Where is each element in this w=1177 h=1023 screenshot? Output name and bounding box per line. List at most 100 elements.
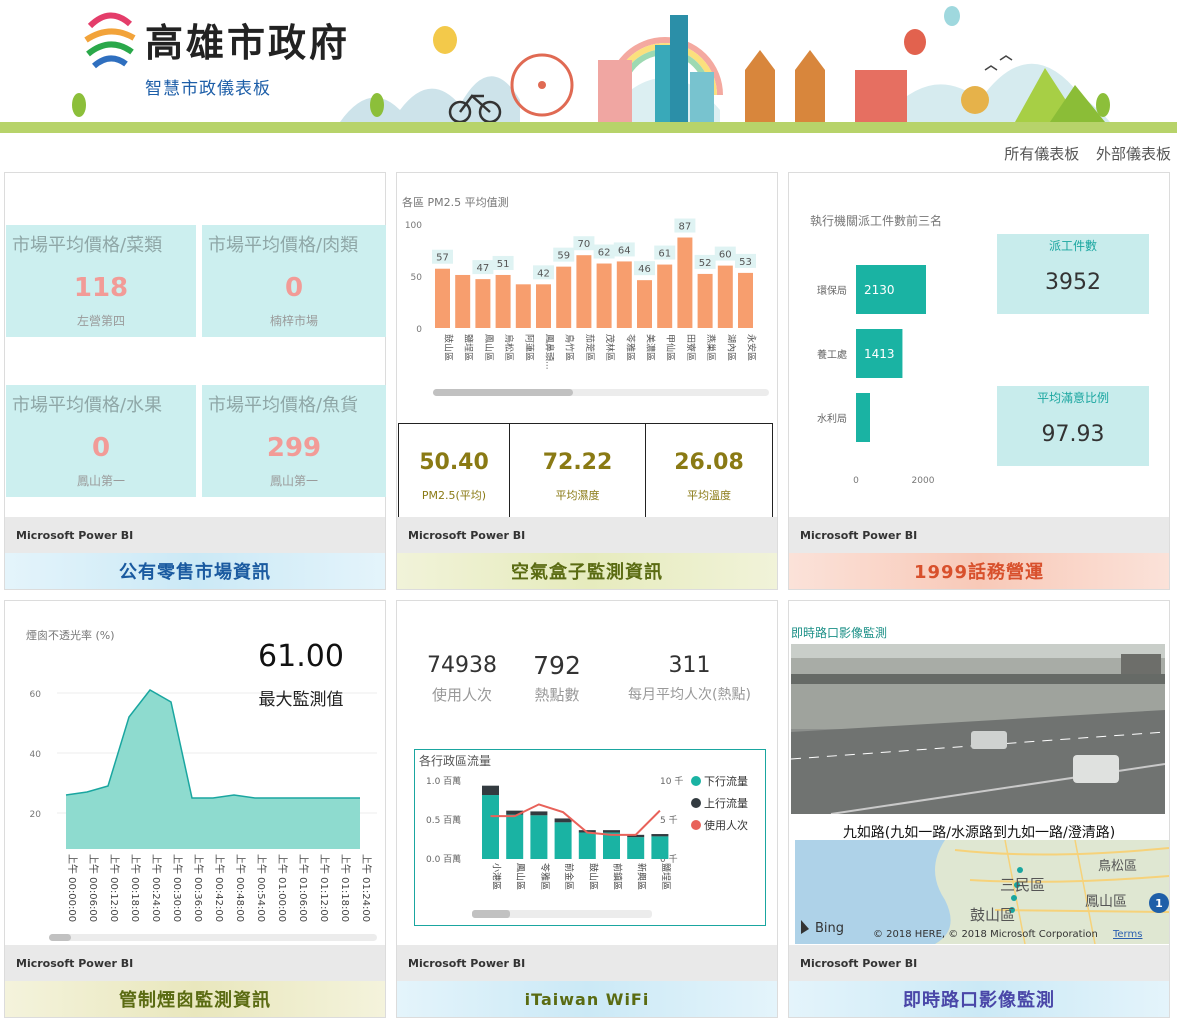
tile-footer: Microsoft Power BI 即時路口影像監測 [789,945,1169,1017]
pm25-data-label: 59 [557,251,570,262]
location-map[interactable]: 1 鳥松區 三民區 鳳山區 鼓山區 Bing © 2018 HERE, © 20… [795,840,1169,944]
wifi-bar-down[interactable] [627,837,645,859]
map-label-sanmin: 三民區 [1000,876,1045,894]
market-card-value: 0 [284,273,304,303]
header-banner: 高雄市政府 智慧市政儀表板 [0,0,1177,135]
wifi-bar-up[interactable] [482,785,499,796]
tile-footer: Microsoft Power BI 公有零售市場資訊 [5,517,385,589]
pm25-bar[interactable] [515,284,531,328]
smoke-x-tick: 上午 01:24:00 [360,854,373,922]
wifi-bar-down[interactable] [482,795,499,859]
pm25-y-tick: 50 [411,273,423,283]
wifi-bar-up[interactable] [530,811,548,816]
hotline-bar[interactable] [856,393,870,442]
pm25-bar[interactable] [435,268,450,328]
smoke-y-tick: 60 [30,690,42,700]
smoke-x-tick: 上午 00:30:00 [171,854,184,922]
pm25-bar[interactable] [657,264,673,328]
pm25-x-tick: 永安區 [746,334,758,361]
wifi-stat-value: 311 [668,653,711,678]
tile-banner-wifi[interactable]: iTaiwan WiFi [397,981,777,1017]
city-government-title: 高雄市政府 [145,20,351,65]
smoke-x-tick: 上午 00:54:00 [255,854,268,922]
wifi-scrollbar-thumb[interactable] [472,910,510,918]
tile-banner-air[interactable]: 空氣盒子監測資訊 [397,553,777,589]
tile-footer: Microsoft Power BI 空氣盒子監測資訊 [397,517,777,589]
tile-banner-market[interactable]: 公有零售市場資訊 [5,553,385,589]
pm25-bar[interactable] [717,265,733,328]
top-links: 所有儀表板 外部儀表板 [992,143,1171,164]
tile-banner-camera[interactable]: 即時路口影像監測 [789,981,1169,1017]
smoke-area[interactable] [66,690,360,849]
map-copyright: © 2018 HERE, © 2018 Microsoft Corporatio… [873,929,1098,940]
tile-market[interactable]: 市場平均價格/菜類 118 左營第四 市場平均價格/肉類 0 楠梓市場 市場平均… [4,172,386,590]
wifi-bar-down[interactable] [603,832,620,859]
stat-value: 72.22 [542,450,613,475]
wifi-bar-down[interactable] [554,822,572,859]
pm25-bar[interactable] [475,279,491,328]
pm25-scrollbar-thumb[interactable] [433,389,573,396]
pm25-data-label: 61 [658,249,671,260]
map-label-niaosong: 鳥松區 [1098,859,1137,874]
wifi-x-tick: 新興區 [636,863,648,890]
pm25-bar[interactable] [637,280,652,328]
dashboard-subtitle: 智慧市政儀表板 [145,79,271,99]
pm25-x-tick: 甲仙區 [665,334,677,361]
pm25-bar[interactable] [677,237,693,328]
pm25-bar[interactable] [738,272,753,328]
wifi-bar-up[interactable] [554,818,572,823]
traffic-camera-image[interactable] [791,644,1165,814]
smoke-x-tick: 上午 01:12:00 [318,854,331,922]
pm25-bar[interactable] [596,263,612,328]
external-dashboards-link[interactable]: 外部儀表板 [1096,145,1171,163]
tile-hotline[interactable]: 執行機關派工件數前三名 環保局 2130 養工處 1413 水利局 0 2000 派工件數 … [788,172,1170,590]
hotline-x-tick: 2000 [912,476,935,486]
all-dashboards-link[interactable]: 所有儀表板 [1004,145,1079,163]
map-label-fengshan: 鳳山區 [1085,894,1127,910]
smoke-x-tick: 上午 00:18:00 [129,854,142,922]
wifi-x-tick: 前鎮區 [612,863,624,890]
wifi-legend-label: 上行流量 [704,796,748,810]
wifi-bar-up[interactable] [603,830,620,833]
smoke-scrollbar-thumb[interactable] [49,934,71,941]
camera-caption: 九如路(九如一路/水源路到九如一路/澄清路) [842,825,1116,841]
pm25-bar[interactable] [455,274,471,328]
pm25-data-label: 70 [578,239,591,250]
wifi-y-tick-left: 0.0 百萬 [426,853,461,865]
smoke-x-tick: 上午 00:48:00 [234,854,247,922]
wifi-bar-up[interactable] [651,834,669,837]
pm25-bar[interactable] [536,284,551,328]
smoke-scrollbar-track[interactable] [49,934,377,941]
wifi-legend-label: 下行流量 [704,774,748,788]
tile-banner-hotline[interactable]: 1999話務營運 [789,553,1169,589]
hotline-y-tick: 水利局 [817,413,847,425]
map-badge: 1 [1155,897,1163,910]
pm25-x-tick: 烏松區 [503,334,515,361]
tile-wifi[interactable]: 74938 使用人次 792 熱點數 311 每月平均人次(熱點) 各行政區流量… [396,600,778,1018]
market-card-title: 市場平均價格/水果 [12,395,163,416]
wifi-bar-down[interactable] [530,815,548,859]
kpi-value: 3952 [1045,270,1101,295]
market-card-sub: 左營第四 [76,314,125,328]
pm25-y-tick: 100 [405,221,422,231]
tile-air[interactable]: 各區 PM2.5 平均值測 0 50 100 57 鼓山區 鹽埕區 47 鳳山區 51 烏松區阿… [396,172,778,590]
wifi-bar-down[interactable] [578,832,596,859]
wifi-x-tick: 苓雅區 [539,863,551,890]
stat-value: 50.40 [419,450,489,475]
pm25-x-tick: 茄萣區 [584,334,596,361]
pm25-bar[interactable] [556,266,572,328]
wifi-bar-down[interactable] [651,836,669,859]
tile-smoke[interactable]: 煙囪不透光率 (%) 20 40 60 上午 00:00:00 上午 00:06:00 上… [4,600,386,1018]
wifi-bar-down[interactable] [506,814,524,859]
pm25-bar[interactable] [495,274,511,328]
powerbi-label: Microsoft Power BI [800,529,918,542]
hotline-y-tick: 養工處 [817,348,847,361]
pm25-bar[interactable] [616,261,632,328]
tile-banner-smoke[interactable]: 管制煙囪監測資訊 [5,981,385,1017]
pm25-bar[interactable] [697,273,713,328]
wifi-x-tick: 前金區 [563,863,575,890]
pm25-y-tick: 0 [416,325,422,335]
stat-box-pm25: 50.40 PM2.5(平均) [398,423,510,519]
pm25-bar[interactable] [576,255,592,328]
market-card-value: 0 [91,433,111,463]
